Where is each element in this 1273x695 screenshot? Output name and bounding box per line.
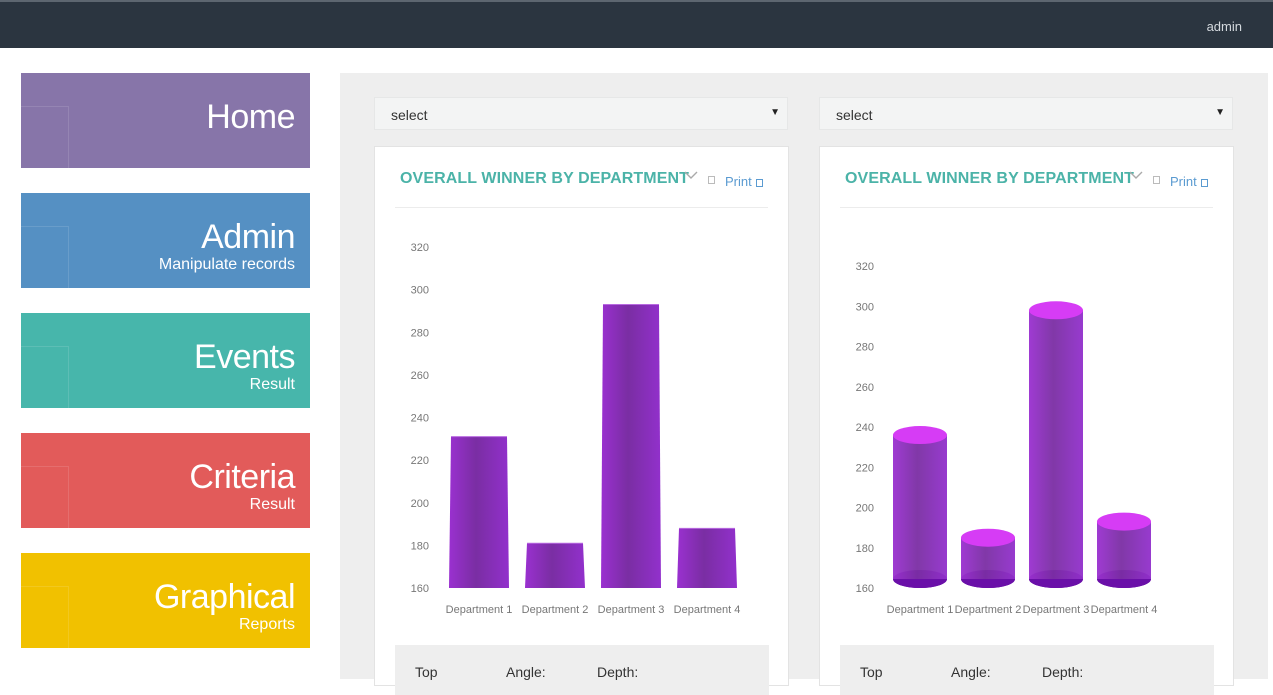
bar (525, 543, 585, 588)
tile-decoration (21, 586, 69, 648)
x-tick-label: Department 3 (1023, 604, 1090, 616)
y-tick-label: 220 (411, 455, 429, 467)
control-top-label: Top (415, 664, 438, 680)
bar (601, 304, 661, 588)
bar-bottom (1029, 579, 1083, 588)
x-tick-label: Department 1 (446, 604, 513, 616)
tile-graphical[interactable]: Graphical Reports (21, 553, 310, 648)
user-menu[interactable]: admin (1207, 19, 1242, 34)
tile-decoration (21, 226, 69, 288)
y-tick-label: 300 (411, 285, 429, 297)
x-tick-label: Department 2 (522, 604, 589, 616)
tile-criteria[interactable]: Criteria Result (21, 433, 310, 528)
print-label: Print (725, 174, 752, 189)
select-value: select (391, 107, 428, 123)
bar-bottom (1097, 579, 1151, 588)
expand-icon[interactable] (708, 176, 715, 184)
chart-panel-left: OVERALL WINNER BY DEPARTMENT Print 160 18… (374, 146, 789, 695)
caret-down-icon: ▼ (1215, 107, 1225, 118)
control-depth-label: Depth: (597, 664, 639, 680)
y-tick-label: 300 (856, 301, 874, 313)
tile-decoration (21, 466, 69, 528)
control-angle-label: Angle: (951, 664, 991, 680)
y-tick-label: 160 (411, 583, 429, 595)
filter-select-right[interactable]: select ▼ (819, 97, 1233, 130)
chart-controls: Top Angle: Depth: (840, 645, 1214, 695)
y-tick-label: 200 (856, 503, 874, 515)
select-value: select (836, 107, 873, 123)
print-icon (1200, 179, 1208, 187)
panel-title: OVERALL WINNER BY DEPARTMENT (845, 170, 1135, 187)
bar-top (1097, 512, 1151, 531)
bar-top (893, 426, 947, 445)
y-tick-label: 240 (411, 413, 429, 425)
x-tick-label: Department 2 (955, 604, 1022, 616)
panel-header: OVERALL WINNER BY DEPARTMENT Print (840, 147, 1213, 208)
chevron-down-icon[interactable] (684, 168, 698, 182)
y-tick-label: 260 (411, 370, 429, 382)
y-tick-label: 280 (411, 327, 429, 339)
bar (449, 436, 509, 588)
chart-controls: Top Angle: Depth: (395, 645, 769, 695)
chart-panel-right: OVERALL WINNER BY DEPARTMENT Print 160 18… (819, 146, 1234, 695)
caret-down-icon: ▼ (770, 107, 780, 118)
tile-home[interactable]: Home (21, 73, 310, 168)
bar (893, 435, 947, 579)
y-tick-label: 260 (856, 382, 874, 394)
chevron-down-icon[interactable] (1129, 168, 1143, 182)
tile-decoration (21, 106, 69, 168)
print-label: Print (1170, 174, 1197, 189)
bar-chart-3d-column: 160 180 200 220 240 260 280 300 320 Department 1 D… (411, 242, 741, 616)
y-tick-label: 160 (856, 583, 874, 595)
y-tick-label: 200 (411, 498, 429, 510)
bar-bottom (893, 579, 947, 588)
y-tick-label: 220 (856, 462, 874, 474)
y-tick-label: 320 (411, 242, 429, 254)
panel-header: OVERALL WINNER BY DEPARTMENT Print (395, 147, 768, 208)
top-navbar: admin (0, 0, 1273, 48)
control-depth-label: Depth: (1042, 664, 1084, 680)
print-icon (755, 179, 763, 187)
y-tick-label: 280 (856, 342, 874, 354)
panel-title: OVERALL WINNER BY DEPARTMENT (400, 170, 690, 187)
x-tick-label: Department 4 (1091, 604, 1158, 616)
control-angle-label: Angle: (506, 664, 546, 680)
bar-top (1029, 301, 1083, 320)
y-tick-label: 180 (411, 540, 429, 552)
x-tick-label: Department 3 (598, 604, 665, 616)
bar (1029, 310, 1083, 579)
filter-select-left[interactable]: select ▼ (374, 97, 788, 130)
y-tick-label: 240 (856, 422, 874, 434)
control-top-label: Top (860, 664, 883, 680)
x-tick-label: Department 1 (887, 604, 954, 616)
bar-top (961, 528, 1015, 547)
tile-decoration (21, 346, 69, 408)
bar-bottom (961, 579, 1015, 588)
x-tick-label: Department 4 (674, 604, 741, 616)
print-link[interactable]: Print (725, 174, 763, 189)
expand-icon[interactable] (1153, 176, 1160, 184)
tile-events[interactable]: Events Result (21, 313, 310, 408)
y-tick-label: 180 (856, 543, 874, 555)
main-content: select ▼ select ▼ OVERALL WINNER BY DEPA… (340, 73, 1268, 695)
tile-admin[interactable]: Admin Manipulate records (21, 193, 310, 288)
print-link[interactable]: Print (1170, 174, 1208, 189)
y-tick-label: 320 (856, 261, 874, 273)
bar (677, 528, 737, 588)
bar-chart-3d-cylinder: 160180200220240260280300320Department 1D… (856, 261, 1158, 616)
